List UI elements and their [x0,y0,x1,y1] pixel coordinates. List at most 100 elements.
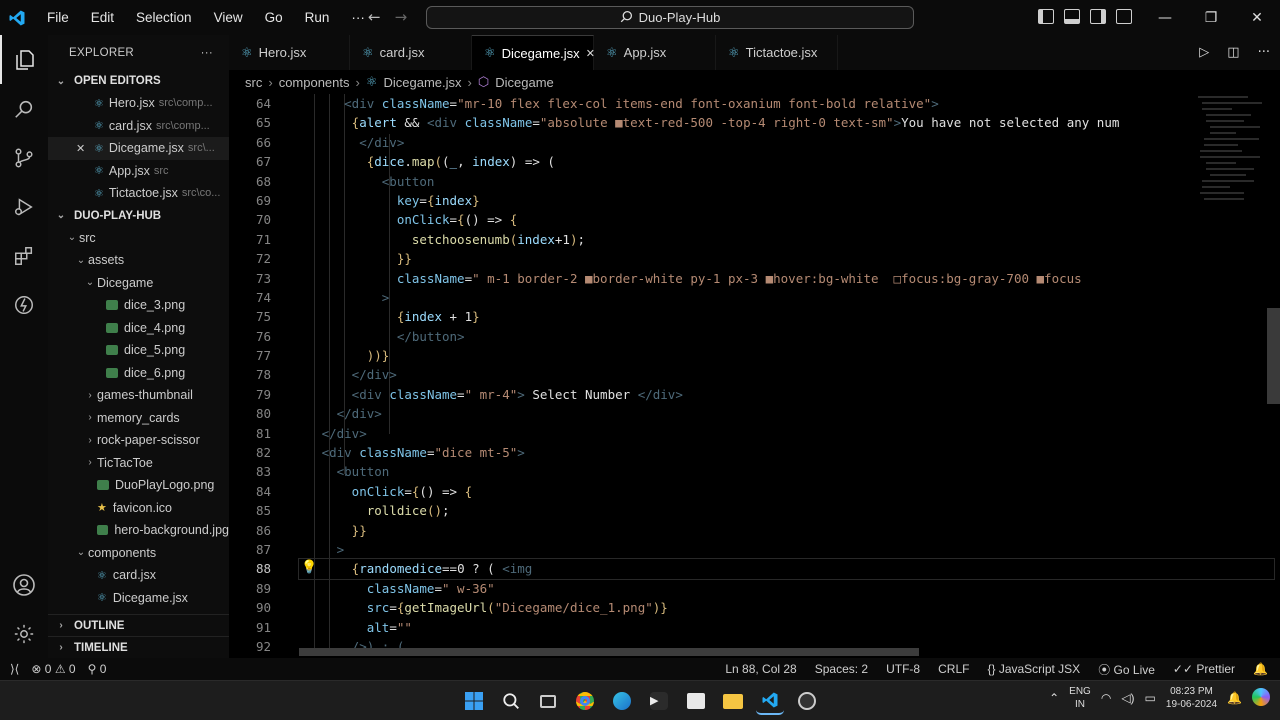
tree-item[interactable]: dice_6.png [48,362,229,385]
copilot-icon[interactable] [1252,687,1270,709]
tree-item[interactable]: › rock-paper-scissor [48,429,229,452]
outline-header[interactable]: › OUTLINE [48,614,229,636]
open-editor-item[interactable]: ⚛ card.jsx src\comp... [48,115,229,138]
run-code-icon[interactable]: ▷ [1199,45,1209,60]
open-editor-item[interactable]: ⚛ App.jsx src [48,160,229,183]
code-editor[interactable]: 64 65 66 67 68 69 70 71 72 73 74 75 76 77 78 79 80 81 82 83… [229,94,1280,658]
horizontal-scrollbar[interactable] [299,648,919,656]
chrome-icon[interactable] [571,687,599,715]
toggle-panel-icon[interactable] [1064,9,1080,24]
more-actions-icon[interactable]: ··· [1258,45,1270,60]
timeline-header[interactable]: › TIMELINE [48,636,229,658]
tree-item[interactable]: ⌄ src [48,227,229,250]
open-editor-item[interactable]: ⚛ Tictactoe.jsx src\co... [48,182,229,205]
tree-item[interactable]: ⌄ assets [48,249,229,272]
close-editor-icon[interactable]: ✕ [76,142,94,155]
tree-item[interactable]: ⌄ components [48,542,229,565]
problems-indicator[interactable]: ⊗ 0 ⚠ 0 [31,662,75,676]
menu-edit[interactable]: Edit [80,10,125,25]
indentation[interactable]: Spaces: 2 [815,662,868,676]
title-bar: File Edit Selection View Go Run ··· ← → … [0,0,1280,35]
code-token: index [472,154,510,170]
notifications-icon[interactable]: 🔔 [1227,691,1242,705]
tree-item[interactable]: › TicTacToe [48,452,229,475]
notifications-bell-icon[interactable]: 🔔 [1253,662,1268,676]
command-center-search[interactable]: Duo-Play-Hub [426,6,914,29]
taskbar-search-icon[interactable] [497,687,525,715]
breadcrumb-file[interactable]: Dicegame.jsx [384,75,462,90]
prettier-button[interactable]: ✓✓ Prettier [1173,662,1235,676]
project-header[interactable]: ⌄ DUO-PLAY-HUB [48,205,229,227]
media-player-icon[interactable]: ▶ [645,687,673,715]
show-hidden-icons-chevron-up-icon[interactable]: ⌃ [1049,691,1059,705]
language-mode[interactable]: {} JavaScript JSX [987,662,1080,676]
volume-icon[interactable]: ◁) [1121,691,1134,705]
customize-layout-icon[interactable] [1116,9,1132,24]
minimize-icon[interactable]: — [1142,0,1188,35]
edge-icon[interactable] [608,687,636,715]
vertical-scrollbar[interactable] [1267,308,1280,404]
input-language-indicator[interactable]: ENG IN [1069,685,1091,711]
open-editor-item[interactable]: ✕ ⚛ Dicegame.jsx src\... [48,137,229,160]
open-editors-header[interactable]: ⌄ OPEN EDITORS [48,70,229,92]
tree-item[interactable]: ★ favicon.ico [48,497,229,520]
tab-tictactoe-jsx[interactable]: ⚛ Tictactoe.jsx [716,35,838,70]
vscode-taskbar-icon[interactable] [756,687,784,715]
open-editor-item[interactable]: ⚛ Hero.jsx src\comp... [48,92,229,115]
back-arrow-icon[interactable]: ← [368,8,381,26]
settings-gear-icon[interactable] [0,609,48,658]
forward-arrow-icon[interactable]: → [395,8,408,26]
task-view-icon[interactable] [534,687,562,715]
tree-item[interactable]: hero-background.jpg [48,519,229,542]
tree-item[interactable]: ⚛ Dicegame.jsx [48,587,229,610]
wifi-icon[interactable]: ◠ [1101,691,1111,705]
battery-icon[interactable]: ▭ [1145,691,1156,705]
tree-item[interactable]: dice_4.png [48,317,229,340]
menu-file[interactable]: File [36,10,80,25]
windows-start-icon[interactable] [460,687,488,715]
minimap[interactable] [1196,94,1266,394]
store-icon[interactable] [682,687,710,715]
ports-indicator[interactable]: ⚲ 0 [88,662,107,676]
tab-dicegame-jsx[interactable]: ⚛ Dicegame.jsx ✕ [472,35,595,70]
remote-explorer-icon[interactable] [0,280,48,329]
menu-selection[interactable]: Selection [125,10,203,25]
file-explorer-icon[interactable] [719,687,747,715]
explorer-more-icon[interactable]: ··· [201,47,213,59]
tree-item[interactable]: ⌄ Dicegame [48,272,229,295]
tab-hero-jsx[interactable]: ⚛ Hero.jsx [229,35,350,70]
tab-card-jsx[interactable]: ⚛ card.jsx [350,35,472,70]
encoding[interactable]: UTF-8 [886,662,920,676]
tree-item[interactable]: › games-thumbnail [48,384,229,407]
tree-item[interactable]: dice_3.png [48,294,229,317]
extensions-icon[interactable] [0,231,48,280]
menu-view[interactable]: View [203,10,254,25]
source-control-icon[interactable] [0,133,48,182]
menu-go[interactable]: Go [254,10,294,25]
remote-indicator-icon[interactable]: ⟩⟨ [10,662,19,676]
restore-icon[interactable]: ❐ [1188,0,1234,35]
split-editor-icon[interactable]: ◫ [1227,45,1239,60]
go-live-button[interactable]: ⦿ Go Live [1098,661,1155,678]
toggle-sidebar-icon[interactable] [1038,9,1054,24]
code-line: {randomedice==0 ? ( <img [298,558,1275,580]
run-debug-icon[interactable] [0,182,48,231]
tree-item[interactable]: › memory_cards [48,407,229,430]
menu-run[interactable]: Run [294,10,341,25]
tree-item[interactable]: dice_5.png [48,339,229,362]
breadcrumb-src[interactable]: src [245,75,262,90]
search-sidebar-icon[interactable] [0,84,48,133]
tab-app-jsx[interactable]: ⚛ App.jsx [594,35,716,70]
obs-recorder-icon[interactable] [793,687,821,715]
tree-item[interactable]: DuoPlayLogo.png [48,474,229,497]
explorer-icon[interactable] [0,35,48,84]
clock[interactable]: 08:23 PM 19-06-2024 [1166,685,1217,711]
cursor-position[interactable]: Ln 88, Col 28 [725,662,796,676]
account-icon[interactable] [0,560,48,609]
breadcrumb-components[interactable]: components [279,75,350,90]
close-window-icon[interactable]: ✕ [1234,0,1280,35]
toggle-secondary-sidebar-icon[interactable] [1090,9,1106,24]
tree-item[interactable]: ⚛ card.jsx [48,564,229,587]
line-ending[interactable]: CRLF [938,662,969,676]
breadcrumb-symbol[interactable]: Dicegame [495,75,554,90]
